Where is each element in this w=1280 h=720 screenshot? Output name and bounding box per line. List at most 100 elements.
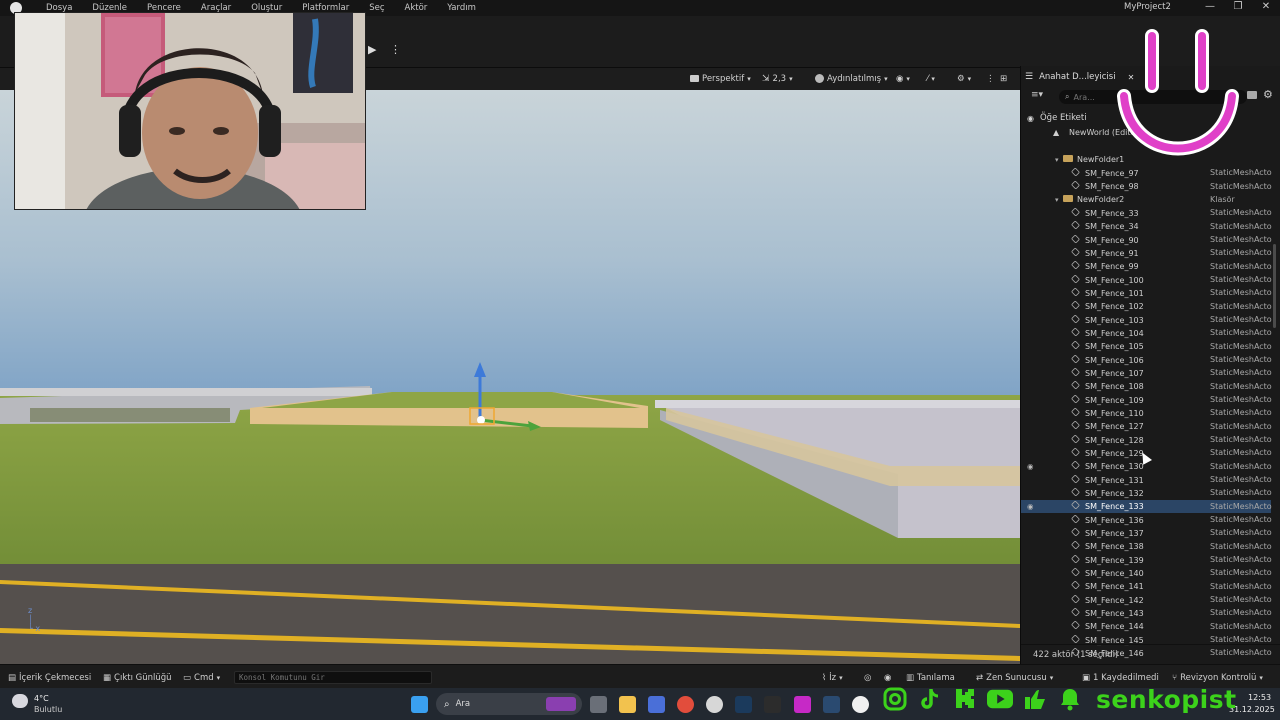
visibility-eye-icon[interactable]: ◉ (1027, 502, 1037, 511)
outliner-row[interactable]: SM_Fence_103 StaticMeshActo (1021, 313, 1272, 326)
outliner-row[interactable]: SM_Fence_136 StaticMeshActo (1021, 513, 1272, 526)
outliner-row[interactable]: SM_Fence_137 StaticMeshActo (1021, 526, 1272, 539)
outliner-row-label: SM_Fence_97 (1085, 168, 1139, 178)
outliner-row[interactable]: SM_Fence_98 StaticMeshActo (1021, 180, 1272, 193)
outliner-row[interactable]: SM_Fence_131 StaticMeshActo (1021, 473, 1272, 486)
chevron-down-icon: ▾ (884, 74, 888, 83)
cmd-button[interactable]: ▭ Cmd ▾ (183, 671, 220, 684)
outliner-row[interactable]: SM_Fence_141 StaticMeshActo (1021, 580, 1272, 593)
outliner-scrollbar[interactable] (1273, 244, 1276, 328)
lighting-mode-button[interactable]: Aydınlatılmış ▾ (815, 71, 888, 86)
camera-speed-button[interactable]: ⇲ 2,3 ▾ (762, 71, 793, 86)
outliner-row[interactable]: SM_Fence_128 StaticMeshActo (1021, 433, 1272, 446)
outliner-row[interactable]: SM_Fence_109 StaticMeshActo (1021, 393, 1272, 406)
outliner-row[interactable]: SM_Fence_107 StaticMeshActo (1021, 366, 1272, 379)
outliner-row[interactable]: SM_Fence_102 StaticMeshActo (1021, 300, 1272, 313)
viewport-options-button[interactable]: ⋮ (986, 71, 995, 86)
outliner-row[interactable]: SM_Fence_104 StaticMeshActo (1021, 326, 1272, 339)
outliner-row[interactable]: SM_Fence_144 StaticMeshActo (1021, 620, 1272, 633)
static-mesh-icon (1070, 460, 1081, 470)
outliner-row[interactable]: SM_Fence_106 StaticMeshActo (1021, 353, 1272, 366)
eye-icon[interactable]: ◉ (1027, 114, 1034, 123)
outliner-row[interactable]: SM_Fence_140 StaticMeshActo (1021, 566, 1272, 579)
outliner-row[interactable]: SM_Fence_138 StaticMeshActo (1021, 540, 1272, 553)
outliner-row[interactable]: SM_Fence_142 StaticMeshActo (1021, 593, 1272, 606)
wand-icon: ⁄ (927, 73, 929, 84)
outliner-row[interactable]: SM_Fence_34 StaticMeshActo (1021, 220, 1272, 233)
file-explorer-icon[interactable] (619, 696, 636, 713)
outliner-row-type: StaticMeshActo (1210, 221, 1272, 231)
play-icon[interactable]: ▶ (368, 43, 382, 57)
outliner-row-type: StaticMeshActo (1210, 368, 1272, 378)
static-mesh-icon (1070, 260, 1081, 270)
output-log-button[interactable]: ▦ Çıktı Günlüğü (103, 671, 172, 684)
github-icon[interactable] (706, 696, 723, 713)
clock-time: 12:53 (1248, 693, 1272, 702)
close-window-button[interactable]: ✕ (1252, 1, 1280, 15)
lighting-label: Aydınlatılmış (827, 73, 882, 84)
perspective-button[interactable]: Perspektif ▾ (690, 71, 751, 86)
static-mesh-icon (1070, 247, 1081, 257)
visibility-eye-icon[interactable]: ◉ (1027, 462, 1037, 471)
windows-start-icon[interactable] (411, 696, 428, 713)
steam-alt-icon[interactable] (823, 696, 840, 713)
add-folder-icon[interactable] (1247, 91, 1257, 99)
static-mesh-icon (1070, 300, 1081, 310)
static-mesh-icon (1070, 580, 1081, 590)
outliner-row-type: StaticMeshActo (1210, 168, 1272, 178)
outliner-row[interactable]: SM_Fence_100 StaticMeshActo (1021, 273, 1272, 286)
outliner-row[interactable]: SM_Fence_108 StaticMeshActo (1021, 380, 1272, 393)
chrome-icon[interactable] (677, 696, 694, 713)
layout-button[interactable]: ⊞ (1000, 71, 1007, 86)
minimize-button[interactable]: — (1196, 1, 1224, 15)
outliner-row[interactable]: SM_Fence_97 StaticMeshActo (1021, 166, 1272, 179)
console-command-input[interactable] (234, 671, 432, 684)
outliner-row[interactable]: SM_Fence_127 StaticMeshActo (1021, 420, 1272, 433)
expand-arrow-icon[interactable]: ▾ (1055, 196, 1063, 204)
expand-arrow-icon[interactable]: ▾ (1055, 156, 1063, 164)
menu-actor[interactable]: Aktör (403, 3, 430, 13)
trace-button[interactable]: ⌇ İz ▾ (822, 671, 843, 684)
unreal-engine-icon[interactable] (852, 696, 869, 713)
epic-games-icon[interactable] (764, 696, 781, 713)
outliner-row[interactable]: SM_Fence_110 StaticMeshActo (1021, 406, 1272, 419)
content-drawer-button[interactable]: ▤ İçerik Çekmecesi (8, 671, 91, 684)
outliner-row[interactable]: SM_Fence_33 StaticMeshActo (1021, 206, 1272, 219)
outliner-row-label: SM_Fence_144 (1085, 622, 1144, 632)
weather-icon (12, 694, 28, 708)
task-view-icon[interactable] (590, 696, 607, 713)
outliner-row[interactable]: SM_Fence_99 StaticMeshActo (1021, 260, 1272, 273)
taskbar-search[interactable]: ⌕ Ara (436, 693, 582, 715)
outliner-row[interactable]: SM_Fence_91 StaticMeshActo (1021, 246, 1272, 259)
outliner-folder-row[interactable]: ▾ NewFolder2 Klasör (1021, 193, 1271, 206)
outliner-row[interactable]: SM_Fence_90 StaticMeshActo (1021, 233, 1272, 246)
outliner-row[interactable]: ◉ SM_Fence_133 StaticMeshActo (1021, 499, 1272, 513)
play-options-icon[interactable]: ⋮ (390, 43, 401, 57)
speed-icon: ⇲ (762, 73, 770, 84)
outliner-row-label: SM_Fence_34 (1085, 222, 1139, 232)
outliner-row-label: SM_Fence_107 (1085, 368, 1144, 378)
steam-icon[interactable] (735, 696, 752, 713)
outliner-row[interactable]: SM_Fence_101 StaticMeshActo (1021, 286, 1272, 299)
outliner-row-label: SM_Fence_99 (1085, 262, 1139, 272)
transform-tools-button[interactable]: ⁄ ▾ (927, 71, 935, 86)
filter-icon[interactable]: ≡▾ (1031, 90, 1043, 100)
app-icon[interactable] (794, 696, 811, 713)
outliner-row[interactable]: SM_Fence_132 StaticMeshActo (1021, 486, 1272, 499)
store-icon[interactable] (648, 696, 665, 713)
outliner-row-type: StaticMeshActo (1210, 301, 1272, 311)
chevron-down-icon: ▾ (931, 74, 935, 83)
settings-button[interactable]: ⚙ ▾ (957, 71, 971, 86)
maximize-button[interactable]: ❐ (1224, 1, 1252, 15)
outliner-row[interactable]: SM_Fence_105 StaticMeshActo (1021, 340, 1272, 353)
outliner-row[interactable]: SM_Fence_139 StaticMeshActo (1021, 553, 1272, 566)
show-flags-button[interactable]: ◉ ▾ (896, 71, 910, 86)
gear-icon[interactable]: ⚙ (1263, 88, 1273, 101)
webcam-overlay (14, 12, 366, 210)
perspective-label: Perspektif (702, 73, 745, 84)
outliner-row[interactable]: SM_Fence_143 StaticMeshActo (1021, 606, 1272, 619)
content-drawer-label: İçerik Çekmecesi (19, 672, 92, 683)
menu-select[interactable]: Seç (367, 3, 386, 13)
menu-help[interactable]: Yardım (445, 3, 478, 13)
record-icon[interactable]: ◎ (864, 671, 871, 684)
